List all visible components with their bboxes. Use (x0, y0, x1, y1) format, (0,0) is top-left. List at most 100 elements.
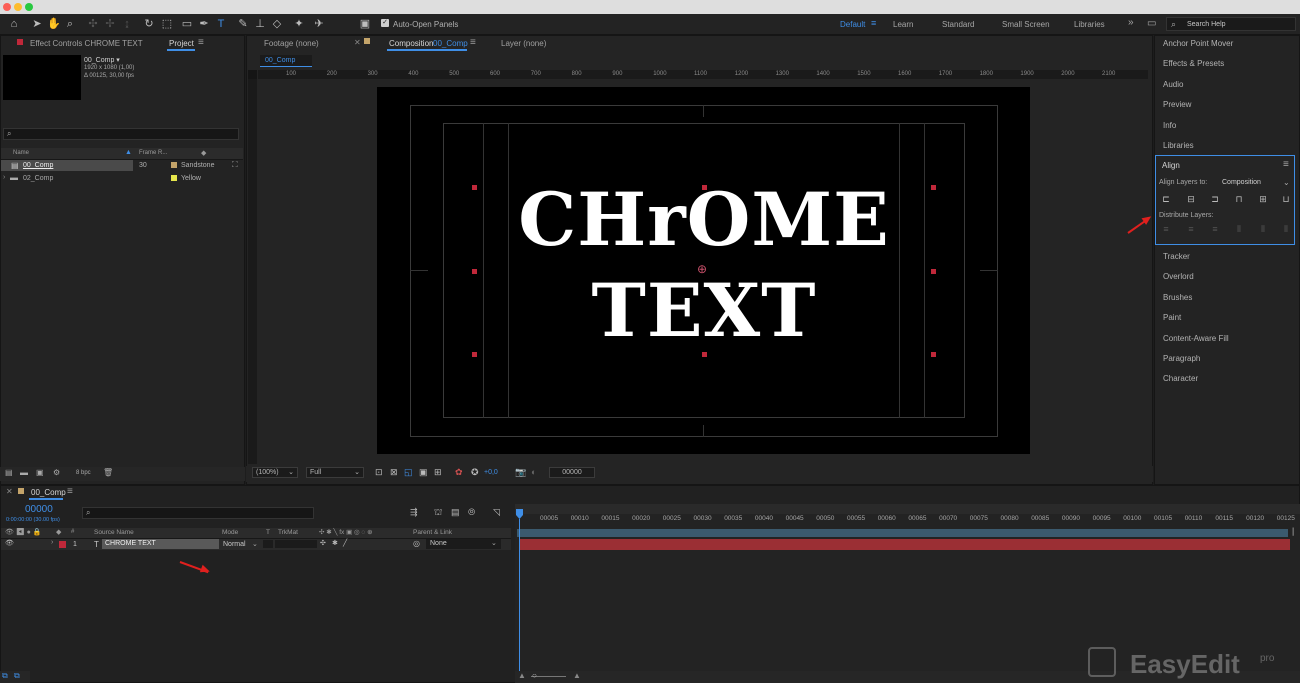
comp-text-line-1[interactable]: CHrOME (474, 179, 934, 261)
anchor-point-icon[interactable]: ⊕ (697, 262, 707, 276)
close-tab-icon[interactable]: ✕ (6, 487, 13, 496)
distribute-right-icon[interactable]: ⦀ (1281, 224, 1291, 234)
panel-item[interactable]: Character (1163, 374, 1198, 383)
align-left-icon[interactable]: ⊏ (1161, 194, 1171, 204)
layer-row[interactable]: 👁 › 1 T CHROME TEXT Normal ⌄ ✣ ✱ ╱ ◎ Non… (1, 539, 511, 550)
tab-composition[interactable]: Composition (389, 39, 433, 48)
project-settings-icon[interactable]: ⚙ (53, 468, 60, 477)
delete-icon[interactable]: 🗑 (103, 468, 113, 477)
distribute-top-icon[interactable]: ≡ (1161, 224, 1171, 234)
layer-duration-bar[interactable] (520, 539, 1290, 550)
home-icon[interactable]: ⌂ (7, 17, 21, 31)
trkmat-column[interactable]: TrkMat (278, 529, 298, 536)
eraser-tool-icon[interactable]: ◇ (270, 17, 284, 31)
chevron-down-icon[interactable]: ⌄ (252, 540, 258, 548)
snapshot-icon[interactable]: 📷 (515, 467, 526, 478)
more-workspaces-icon[interactable]: » (1128, 17, 1134, 28)
pan-tool-icon[interactable]: ✢ (103, 17, 117, 31)
rectangle-tool-icon[interactable]: ▭ (180, 17, 194, 31)
exposure-value[interactable]: +0,0 (484, 469, 498, 476)
zoom-out-icon[interactable]: ▲ (518, 671, 526, 680)
label-tag-icon[interactable]: ◆ (201, 149, 206, 157)
chevron-down-icon[interactable]: ⌄ (1283, 178, 1290, 187)
current-time-display[interactable]: 00000 (549, 467, 595, 478)
current-time-timecode[interactable]: 00000 (25, 504, 53, 515)
distribute-left-icon[interactable]: ⦀ (1234, 224, 1244, 234)
panel-item[interactable]: Content-Aware Fill (1163, 334, 1229, 343)
timeline-search-input[interactable]: ⌕ (82, 507, 314, 519)
label-swatch[interactable] (171, 175, 177, 181)
work-area-bar[interactable] (515, 504, 1300, 514)
workspace-libraries[interactable]: Libraries (1074, 20, 1105, 29)
layer-expand-icon[interactable]: › (51, 539, 53, 546)
draft-3d-icon[interactable]: ⛫ (434, 507, 442, 519)
align-vertical-center-icon[interactable]: ⊞ (1258, 194, 1268, 204)
resolution-select[interactable]: Full ⌄ (306, 467, 364, 478)
source-name-column[interactable]: Source Name (94, 529, 134, 536)
transfer-controls-icon[interactable]: ⧉ (14, 671, 20, 681)
layer-name-field[interactable]: CHROME TEXT (102, 539, 219, 549)
auto-open-checkbox[interactable]: ✓ (381, 19, 389, 27)
flowchart-icon[interactable]: ⛶ (232, 160, 238, 170)
tab-project[interactable]: Project (169, 39, 194, 48)
frame-blending-icon[interactable]: ⦾ (468, 507, 475, 518)
panel-item[interactable]: Effects & Presets (1163, 59, 1224, 68)
zoom-slider-handle[interactable]: ○ (532, 671, 537, 680)
pen-tool-icon[interactable]: ✒ (197, 17, 211, 31)
search-help-field[interactable]: ⌕ Search Help (1166, 17, 1296, 31)
panel-item[interactable]: Overlord (1163, 272, 1194, 281)
parent-link-column[interactable]: Parent & Link (413, 529, 452, 536)
breadcrumb[interactable]: 00_Comp (260, 55, 312, 67)
exposure-reset-icon[interactable]: ✪ (471, 467, 479, 478)
layer-switches-icon[interactable]: ⧉ (2, 671, 8, 681)
puppet-tool-icon[interactable]: ✈ (312, 17, 326, 31)
distribute-bottom-icon[interactable]: ≡ (1210, 224, 1220, 234)
thumbnail-comp-name[interactable]: 00_Comp ▾ (84, 56, 120, 64)
close-window-button[interactable] (3, 3, 11, 11)
panel-item[interactable]: Preview (1163, 100, 1191, 109)
transform-handle[interactable] (931, 185, 936, 190)
region-of-interest-icon[interactable]: ▣ (419, 467, 428, 478)
distribute-horizontal-center-icon[interactable]: ⦀ (1258, 224, 1268, 234)
comp-text-line-2[interactable]: TEXT (474, 273, 934, 349)
layer-mode-select[interactable]: Normal (223, 541, 246, 548)
interpret-footage-icon[interactable]: ▤ (5, 468, 13, 477)
zoom-window-button[interactable] (25, 3, 33, 11)
mask-visibility-icon[interactable]: ◱ (404, 467, 413, 478)
transform-handle[interactable] (931, 269, 936, 274)
work-area-end-icon[interactable]: ▕ (1288, 528, 1293, 536)
align-top-icon[interactable]: ⊓ (1234, 194, 1244, 204)
trkmat-select[interactable] (275, 540, 317, 548)
preserve-transparency-toggle[interactable] (263, 540, 273, 548)
workspace-menu-icon[interactable]: ≡ (871, 18, 876, 28)
panels-icon[interactable]: ▣ (358, 17, 372, 31)
transform-handle[interactable] (702, 185, 707, 190)
comp-mini-flowchart-icon[interactable]: ⇶ (410, 507, 418, 518)
new-composition-icon[interactable]: ▣ (36, 468, 44, 477)
minimize-window-button[interactable] (14, 3, 22, 11)
roto-brush-tool-icon[interactable]: ✦ (292, 17, 306, 31)
workspace-default[interactable]: Default (840, 20, 865, 29)
brush-tool-icon[interactable]: ✎ (236, 17, 250, 31)
collapse-switch-icon[interactable]: ✱ (332, 539, 338, 547)
tab-footage[interactable]: Footage (none) (264, 39, 319, 48)
shy-layers-icon[interactable]: ▤ (451, 507, 460, 518)
zoom-tool-icon[interactable]: ⌕ (63, 17, 77, 31)
project-item-name[interactable]: 02_Comp (23, 175, 53, 182)
tab-timeline-comp[interactable]: 00_Comp (31, 488, 66, 497)
visibility-eye-icon[interactable]: 👁 (5, 539, 14, 547)
panel-item[interactable]: Brushes (1163, 293, 1192, 302)
transform-handle[interactable] (702, 352, 707, 357)
close-tab-icon[interactable]: ✕ (354, 38, 361, 47)
layer-label-swatch[interactable] (59, 541, 66, 548)
type-tool-icon[interactable]: T (214, 17, 228, 31)
orbit-tool-icon[interactable]: ✣ (86, 17, 100, 31)
project-search-input[interactable]: ⌕ (3, 128, 239, 140)
workspace-standard[interactable]: Standard (942, 20, 974, 29)
clone-stamp-tool-icon[interactable]: ⊥ (253, 17, 267, 31)
zoom-in-icon[interactable]: ▲ (573, 671, 581, 680)
hand-tool-icon[interactable]: ✋ (47, 17, 61, 31)
sort-up-icon[interactable]: ▲ (125, 149, 132, 156)
project-panel-menu-icon[interactable]: ≡ (198, 37, 204, 48)
composition-canvas[interactable]: CHrOME TEXT ⊕ (377, 87, 1030, 454)
